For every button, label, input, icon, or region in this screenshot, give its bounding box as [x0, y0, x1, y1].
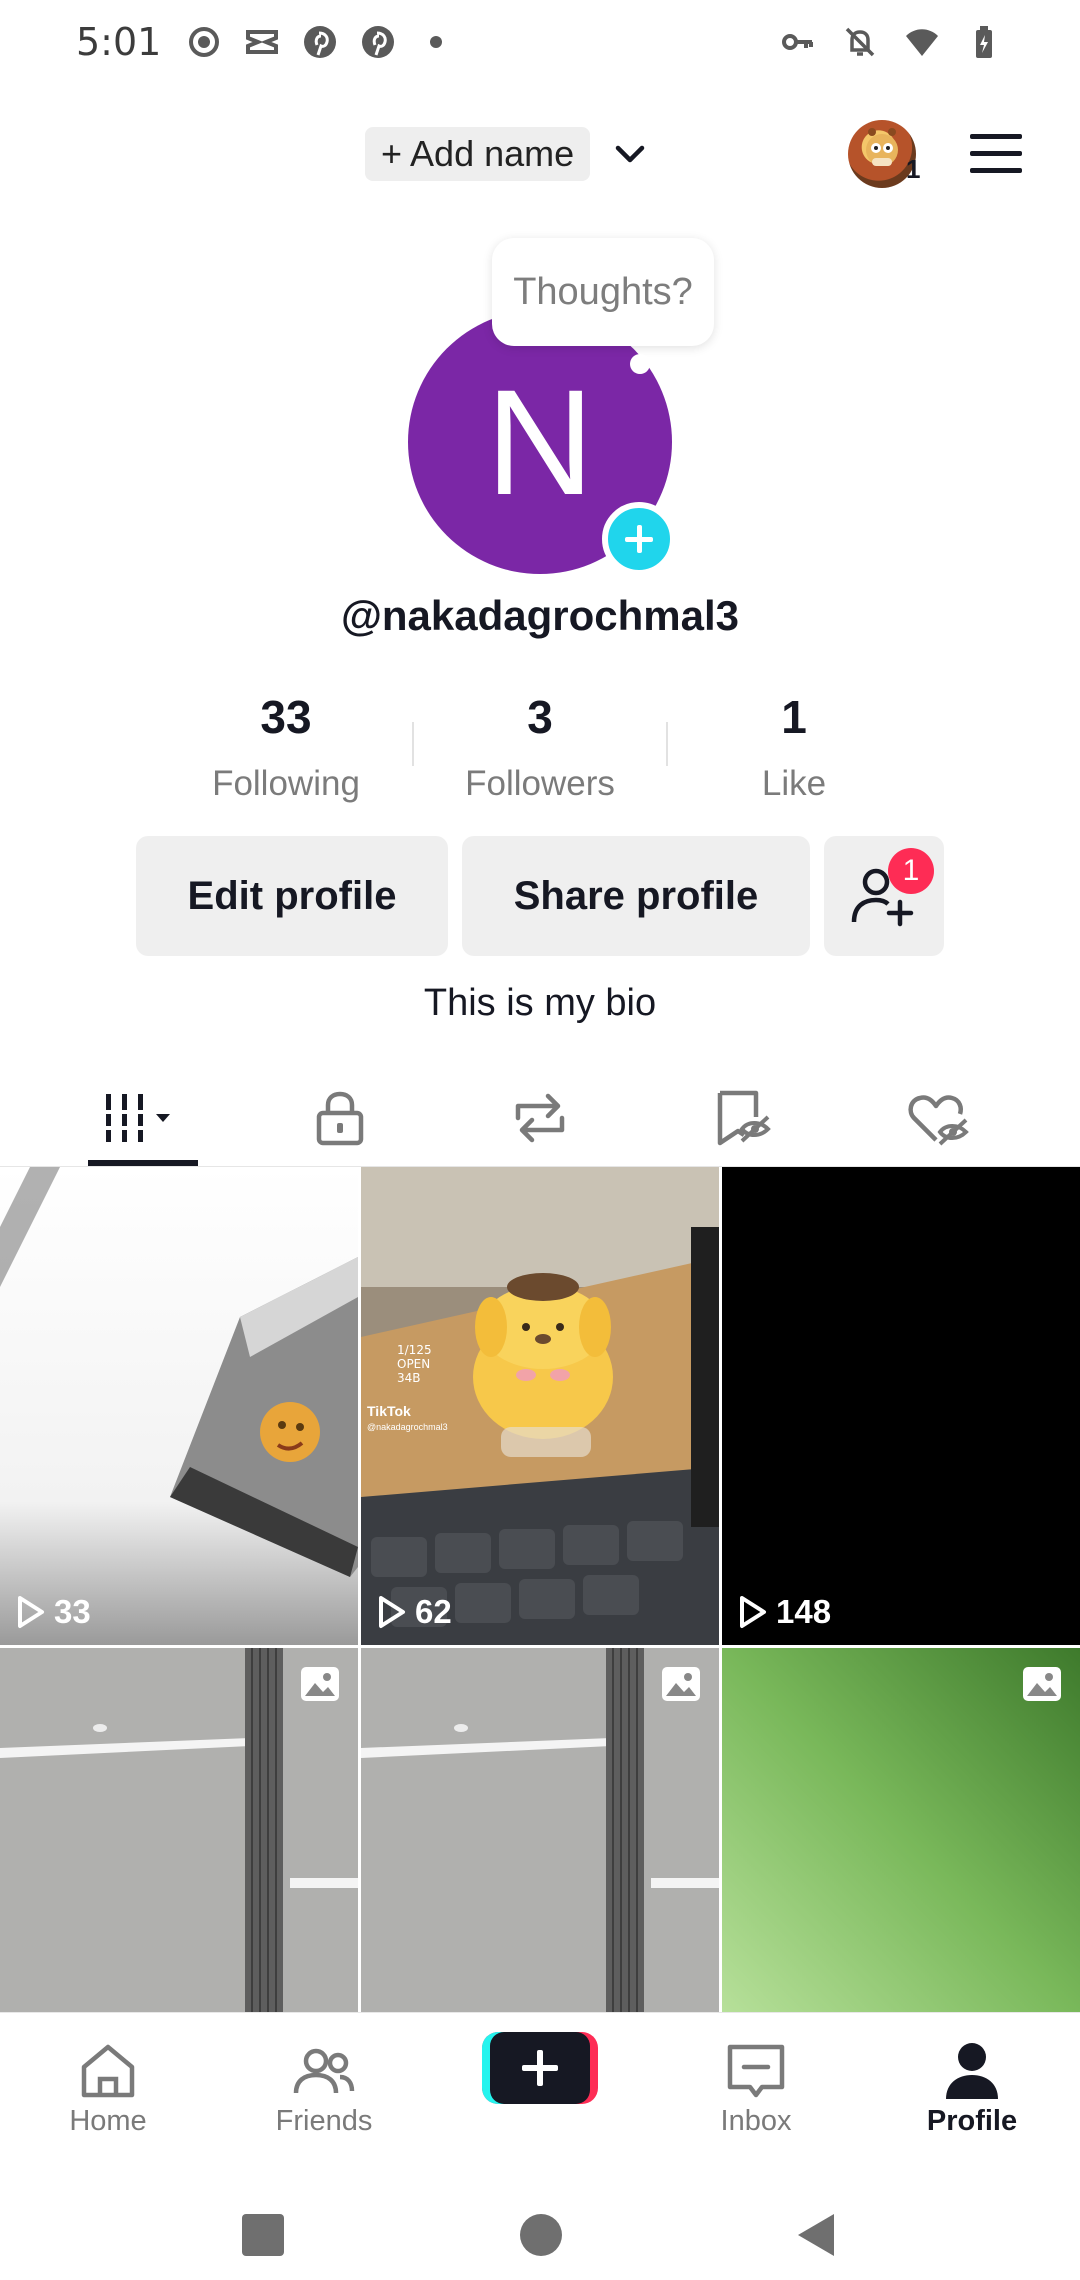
photo-icon: [662, 1667, 700, 1701]
tab-reposts[interactable]: [432, 1070, 648, 1166]
tab-favorites[interactable]: [634, 1070, 850, 1166]
tab-videos[interactable]: [32, 1070, 248, 1166]
stat-followers[interactable]: 3 Followers: [420, 690, 660, 804]
liked-hidden-icon: [908, 1095, 969, 1146]
video-overlay-text: 1/125 OPEN 34B: [397, 1343, 432, 1385]
nav-label: Home: [69, 2105, 147, 2137]
dot-icon: [430, 36, 442, 48]
thumbnail-spinning-box: [0, 1167, 358, 1645]
stat-label: Following: [212, 764, 360, 803]
stat-following[interactable]: 33 Following: [166, 690, 406, 804]
stat-label: Followers: [465, 764, 615, 803]
tiktok-watermark: TikTok @nakadagrochmal3: [367, 1403, 448, 1435]
stat-likes[interactable]: 1 Like: [674, 690, 914, 804]
share-profile-button[interactable]: Share profile: [462, 836, 810, 956]
tab-liked[interactable]: [830, 1070, 1046, 1166]
play-icon: [379, 1596, 405, 1628]
photo-icon: [301, 1667, 339, 1701]
video-thumbnail[interactable]: 33: [0, 1167, 358, 1645]
bubble-tail: [630, 354, 650, 374]
overlay-line: OPEN: [397, 1357, 431, 1371]
menu-icon[interactable]: [968, 132, 1024, 176]
photo-thumbnail[interactable]: [722, 1648, 1080, 2013]
nav-friends[interactable]: Friends: [216, 2029, 432, 2163]
recents-button[interactable]: [242, 2214, 284, 2256]
lock-icon: [316, 1091, 364, 1146]
back-icon[interactable]: [796, 2212, 836, 2258]
play-icon: [18, 1596, 44, 1628]
add-name-button[interactable]: + Add name: [365, 127, 591, 181]
notification-badge: 1: [888, 848, 934, 894]
thumbnail-ceiling-light: [0, 1648, 358, 2013]
record-icon: [189, 27, 219, 57]
battery-charging-icon: [976, 26, 992, 58]
create-plus-button[interactable]: [482, 2032, 598, 2104]
add-avatar-plus-icon[interactable]: [602, 502, 676, 576]
play-icon: [740, 1596, 766, 1628]
capcut-icon: [246, 30, 278, 54]
home-icon: [81, 2044, 135, 2098]
nav-label: Profile: [926, 2105, 1018, 2137]
thoughts-bubble[interactable]: Thoughts?: [492, 238, 714, 346]
photo-icon: [1023, 1667, 1061, 1701]
pinterest-icon: [362, 26, 394, 58]
view-count: 148: [738, 1593, 831, 1631]
wifi-icon: [906, 29, 938, 56]
system-nav-bar: [0, 2162, 1080, 2280]
status-bar: 5:01: [0, 0, 1080, 86]
view-count-text: 33: [54, 1593, 91, 1630]
thumbnail-ceiling-light: [361, 1648, 719, 2013]
view-count: 62: [377, 1593, 452, 1631]
account-switch-count: 1: [906, 154, 921, 184]
nav-home[interactable]: Home: [0, 2029, 216, 2163]
view-count: 33: [16, 1593, 91, 1631]
profile-icon: [946, 2043, 998, 2099]
stat-label: Like: [761, 764, 827, 803]
videos-grid-icon: [104, 1094, 170, 1142]
username: @nakadagrochmal3: [340, 592, 740, 639]
stat-value: 33: [260, 691, 312, 743]
divider: [412, 722, 414, 766]
tab-private[interactable]: [232, 1070, 448, 1166]
view-count-text: 62: [415, 1593, 452, 1630]
nav-profile[interactable]: Profile: [864, 2029, 1080, 2163]
pinterest-icon: [304, 26, 336, 58]
chevron-down-icon[interactable]: [612, 136, 648, 172]
overlay-line: 34B: [397, 1371, 421, 1385]
watermark-handle: @nakadagrochmal3: [367, 1422, 448, 1432]
bio[interactable]: This is my bio: [0, 982, 1080, 1025]
bell-muted-icon: [845, 27, 875, 57]
inbox-icon: [727, 2044, 785, 2098]
video-thumbnail[interactable]: 148: [722, 1167, 1080, 1645]
nav-label: Friends: [275, 2105, 373, 2137]
friends-icon: [293, 2048, 355, 2094]
stat-value: 3: [527, 691, 553, 743]
content-tabs: [0, 1070, 1080, 1166]
nav-inbox[interactable]: Inbox: [648, 2029, 864, 2163]
view-count-text: 148: [776, 1593, 832, 1630]
overlay-line: 1/125: [397, 1343, 432, 1357]
home-system-button[interactable]: [520, 2214, 562, 2256]
divider: [666, 722, 668, 766]
stat-value: 1: [781, 691, 807, 743]
thumbnail-green-blur: [722, 1648, 1080, 2013]
status-time: 5:01: [76, 20, 162, 64]
nav-label: Inbox: [720, 2105, 792, 2137]
photo-thumbnail[interactable]: [0, 1648, 358, 2013]
vpn-key-icon: [782, 34, 813, 50]
favorites-hidden-icon: [717, 1090, 771, 1146]
create-plus-icon: [490, 2032, 590, 2104]
photo-thumbnail[interactable]: [361, 1648, 719, 2013]
video-thumbnail[interactable]: 1/125 OPEN 34B TikTok @nakadagrochmal3 6…: [361, 1167, 719, 1645]
watermark-logo-text: TikTok: [367, 1403, 411, 1419]
edit-profile-button[interactable]: Edit profile: [136, 836, 448, 956]
repost-icon: [515, 1093, 565, 1143]
